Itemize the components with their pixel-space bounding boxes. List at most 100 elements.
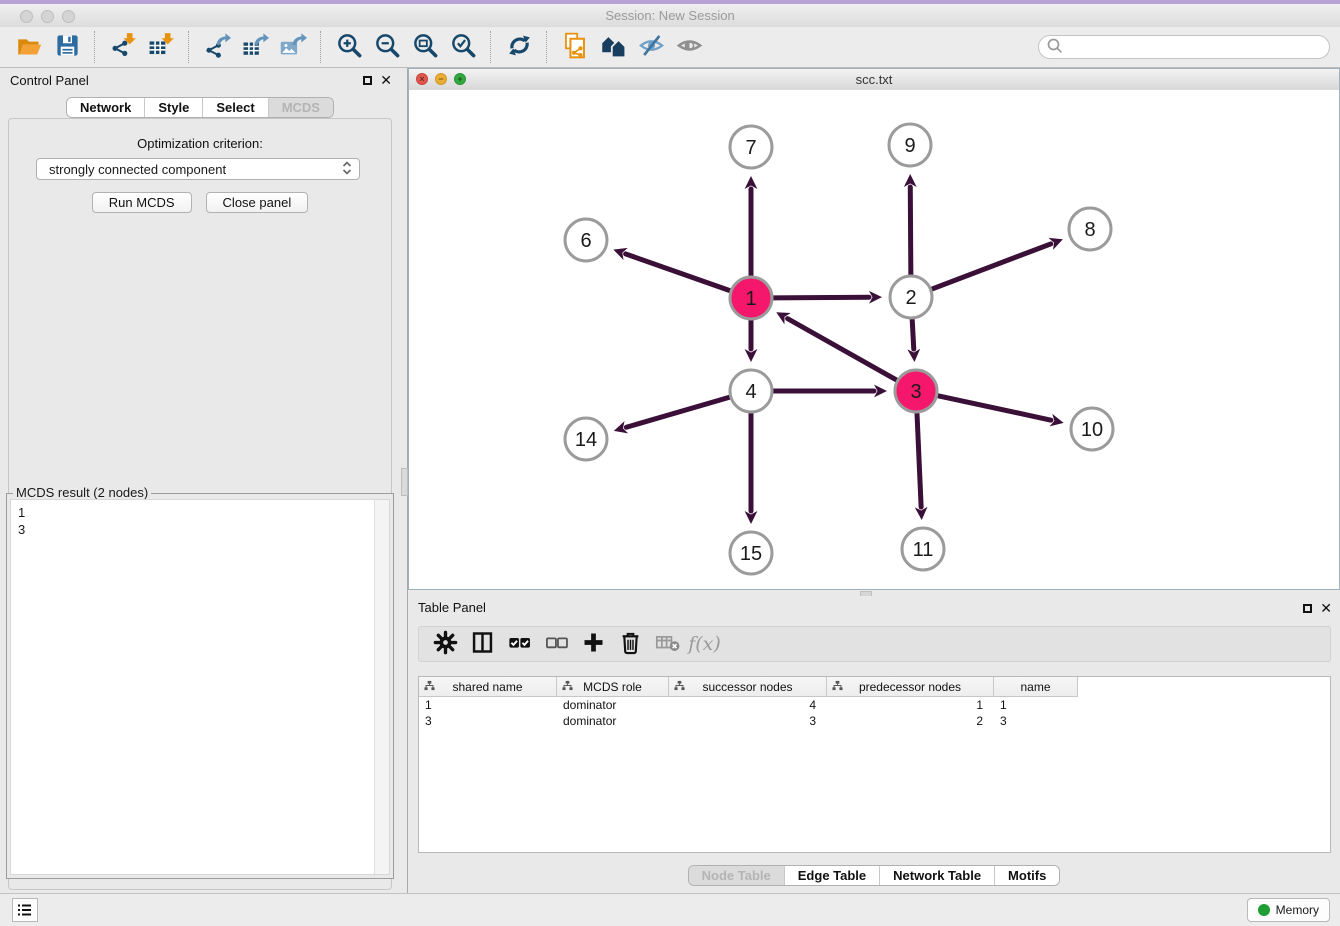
memory-label: Memory [1276, 903, 1319, 917]
graph-edge-2-8[interactable] [932, 244, 1051, 289]
function-builder-button: f(x) [686, 629, 723, 659]
network-canvas[interactable]: 7968124314101511 [409, 90, 1339, 589]
tab-mcds[interactable]: MCDS [268, 98, 333, 117]
column-tree-icon [832, 680, 843, 694]
graph-node-label-14: 14 [575, 429, 597, 451]
zoom-out-button[interactable] [370, 30, 404, 64]
tab-edge-table[interactable]: Edge Table [784, 866, 879, 885]
import-table-button[interactable] [144, 30, 178, 64]
table-options-button[interactable] [427, 629, 464, 659]
table-panel: Table Panel ✕ f(x) shared nameMCDS roles… [408, 596, 1340, 893]
zoom-in-icon [336, 32, 363, 62]
column-label: successor nodes [702, 680, 792, 694]
export-table-button[interactable] [238, 30, 272, 64]
import-table-icon [148, 32, 175, 62]
network-title: scc.txt [409, 72, 1339, 87]
new-network-from-selection-button[interactable] [558, 30, 592, 64]
graph-edge-4-14[interactable] [626, 397, 730, 427]
column-tree-icon [562, 680, 573, 694]
tab-style[interactable]: Style [144, 98, 202, 117]
hide-graphics-details-button[interactable] [634, 30, 668, 64]
show-columns-button[interactable] [464, 629, 501, 659]
table-cell[interactable]: 3 [994, 713, 1078, 729]
delete-columns-button[interactable] [612, 629, 649, 659]
table-cell[interactable]: 1 [994, 697, 1078, 713]
deselect-all-button[interactable] [538, 629, 575, 659]
table-row[interactable]: 1dominator411 [419, 697, 1330, 713]
close-panel-icon[interactable]: ✕ [380, 74, 392, 86]
search-box[interactable] [1038, 35, 1330, 59]
zoom-selected-button[interactable] [446, 30, 480, 64]
tab-network[interactable]: Network [67, 98, 144, 117]
panel-splitter[interactable] [400, 68, 408, 893]
trash-icon [617, 629, 644, 659]
graph-edge-1-2[interactable] [773, 297, 869, 298]
open-session-button[interactable] [12, 30, 46, 64]
column-header-mcds-role[interactable]: MCDS role [557, 677, 669, 696]
tab-network-table[interactable]: Network Table [879, 866, 994, 885]
uncheck-pair-icon [543, 629, 570, 659]
window-title: Session: New Session [0, 8, 1340, 23]
refresh-icon [506, 32, 533, 62]
export-network-button[interactable] [200, 30, 234, 64]
network-window-titlebar: × − + scc.txt [409, 69, 1339, 91]
float-table-panel-icon[interactable] [1303, 604, 1312, 613]
table-cell[interactable]: 2 [827, 713, 994, 729]
optimization-criterion-select[interactable]: strongly connected component [36, 158, 360, 180]
table-row[interactable]: 3dominator323 [419, 713, 1330, 729]
graph-edge-3-1[interactable] [788, 319, 897, 381]
tab-motifs[interactable]: Motifs [994, 866, 1059, 885]
create-column-button[interactable] [575, 629, 612, 659]
column-header-name[interactable]: name [994, 677, 1078, 696]
graph-edge-1-6[interactable] [626, 254, 731, 291]
first-neighbors-icon [600, 32, 627, 62]
eye-icon [676, 32, 703, 62]
show-graphics-details-button[interactable] [672, 30, 706, 64]
control-panel: Control Panel ✕ NetworkStyleSelectMCDS O… [0, 68, 400, 893]
tab-select[interactable]: Select [202, 98, 267, 117]
table-cell[interactable]: 1 [827, 697, 994, 713]
graph-edge-2-3[interactable] [912, 319, 914, 349]
graph-node-label-4: 4 [745, 381, 756, 403]
run-mcds-button[interactable]: Run MCDS [92, 192, 192, 213]
import-network-button[interactable] [106, 30, 140, 64]
zoom-fit-button[interactable] [408, 30, 442, 64]
memory-button[interactable]: Memory [1247, 898, 1330, 922]
columns-icon [469, 629, 496, 659]
table-cell[interactable]: 4 [669, 697, 827, 713]
plus-icon [580, 629, 607, 659]
graph-edge-3-11[interactable] [917, 413, 921, 507]
close-panel-button[interactable]: Close panel [206, 192, 309, 213]
control-panel-title: Control Panel [10, 73, 89, 88]
zoom-in-button[interactable] [332, 30, 366, 64]
graph-node-label-11: 11 [913, 539, 934, 561]
export-image-button[interactable] [276, 30, 310, 64]
table-cell[interactable]: dominator [557, 713, 669, 729]
column-header-shared-name[interactable]: shared name [419, 677, 557, 696]
float-panel-icon[interactable] [363, 76, 372, 85]
column-header-predecessor-nodes[interactable]: predecessor nodes [827, 677, 994, 696]
toolbar-separator [320, 31, 322, 63]
table-cell[interactable]: 3 [669, 713, 827, 729]
floppy-icon [54, 32, 81, 62]
splitter-grip[interactable] [401, 468, 408, 496]
select-all-button[interactable] [501, 629, 538, 659]
graph-edge-3-10[interactable] [938, 396, 1051, 420]
table-cell[interactable]: 3 [419, 713, 557, 729]
close-table-panel-icon[interactable]: ✕ [1320, 602, 1332, 614]
apply-layout-button[interactable] [502, 30, 536, 64]
save-session-button[interactable] [50, 30, 84, 64]
column-header-successor-nodes[interactable]: successor nodes [669, 677, 827, 696]
mcds-result-list[interactable]: 13 [10, 499, 390, 875]
search-input[interactable] [1065, 37, 1329, 57]
graph-edge-2-9[interactable] [910, 187, 911, 275]
mcds-result-line: 1 [18, 504, 369, 521]
first-neighbors-button[interactable] [596, 30, 630, 64]
table-cell[interactable]: 1 [419, 697, 557, 713]
result-scrollbar[interactable] [374, 500, 389, 874]
network-window: × − + scc.txt 7968124314101511 [408, 68, 1340, 590]
task-history-button[interactable] [12, 898, 38, 922]
table-cell[interactable]: dominator [557, 697, 669, 713]
network-graph[interactable]: 7968124314101511 [409, 90, 1339, 591]
tab-node-table[interactable]: Node Table [689, 866, 784, 885]
